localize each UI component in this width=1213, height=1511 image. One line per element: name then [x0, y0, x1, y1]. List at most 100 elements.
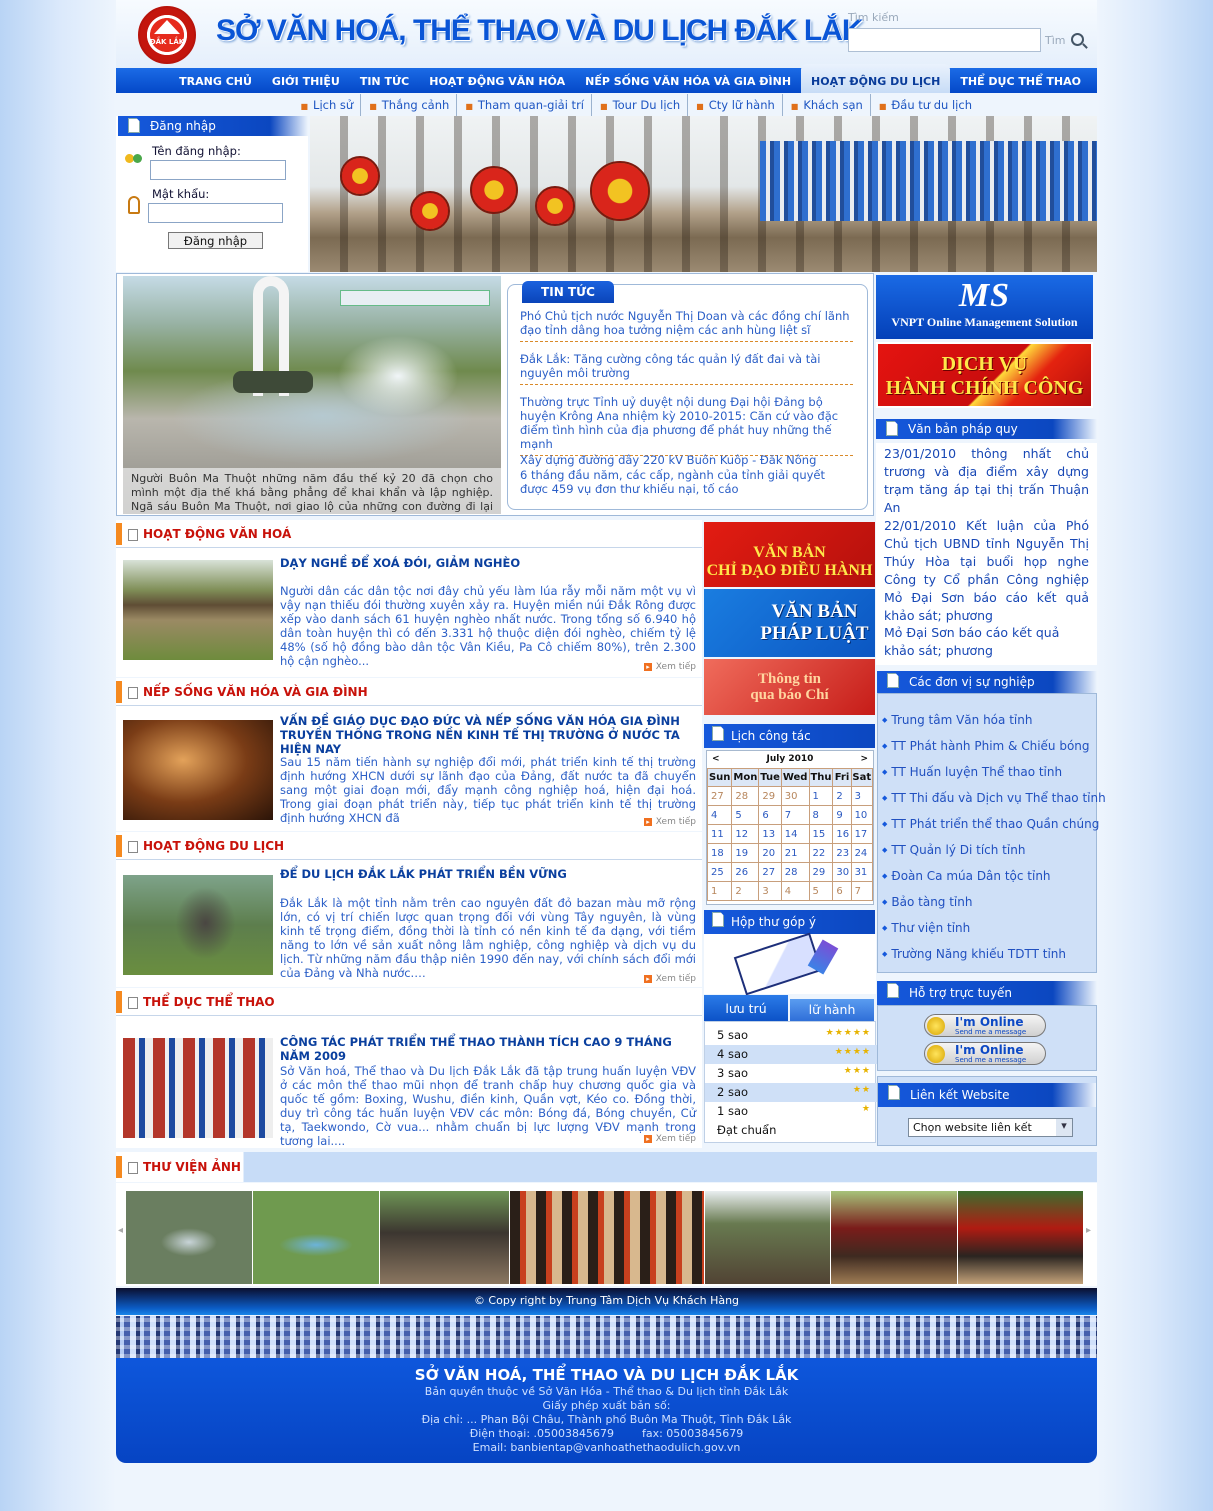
gallery-prev-icon[interactable]: ◂	[118, 1225, 123, 1236]
nav-item-hoat-dong-du-lich[interactable]: HOẠT ĐỘNG DU LỊCH	[801, 64, 951, 93]
calendar-day[interactable]: 26	[731, 862, 760, 882]
gallery-photo[interactable]	[253, 1191, 379, 1284]
elephant-image[interactable]	[123, 875, 273, 975]
nav-item-trang-chu[interactable]: TRANG CHỦ	[169, 68, 262, 93]
unit-link[interactable]: Đoàn Ca múa Dân tộc tỉnh	[882, 869, 1050, 883]
calendar-day[interactable]: 4	[780, 881, 810, 901]
next-month-button[interactable]: >	[860, 754, 868, 764]
read-more-link[interactable]: Xem tiếp	[644, 974, 696, 984]
unit-link[interactable]: Thư viện tỉnh	[882, 921, 970, 935]
tab-lu-hanh[interactable]: lữ hành	[790, 999, 874, 1021]
calendar-day[interactable]: 7	[850, 881, 874, 901]
lodging-row[interactable]: 2 sao ★★	[705, 1083, 877, 1102]
unit-link[interactable]: TT Phát hành Phim & Chiếu bóng	[882, 739, 1089, 753]
calendar-day[interactable]: 15	[808, 824, 834, 844]
lodging-row[interactable]: Đạt chuẩn	[705, 1121, 877, 1140]
calendar-day[interactable]: 9	[832, 805, 852, 825]
calendar-day[interactable]: 5	[808, 881, 834, 901]
public-service-banner[interactable]: DỊCH VỤ HÀNH CHÍNH CÔNG	[876, 342, 1093, 408]
nav-item-nep-song[interactable]: NẾP SỐNG VĂN HÓA VÀ GIA ĐÌNH	[575, 68, 801, 93]
calendar-day[interactable]: 1	[706, 881, 733, 901]
oms-banner[interactable]: MS VNPT Online Management Solution	[876, 275, 1093, 339]
nav-item-the-duc-the-thao[interactable]: THỂ DỤC THỂ THAO	[950, 68, 1091, 93]
lodging-row[interactable]: 4 sao ★★★★	[705, 1045, 877, 1064]
gallery-photo[interactable]	[126, 1191, 252, 1284]
gallery-photo[interactable]	[380, 1191, 509, 1284]
legal-doc-link[interactable]: 23/01/2010 thông nhất chủ trương và địa …	[876, 445, 1097, 517]
news-link[interactable]: 6 tháng đầu năm, các cấp, ngành của tỉnh…	[520, 468, 853, 500]
site-logo[interactable]: ĐẮK LẮK	[138, 6, 196, 64]
tab-luu-tru[interactable]: lưu trú	[704, 995, 788, 1021]
gallery-photo[interactable]	[705, 1191, 830, 1284]
article-title[interactable]: DẠY NGHỀ ĐỂ XOÁ ĐÓI, GIẢM NGHÈO	[280, 556, 696, 570]
unit-link[interactable]: Trung tâm Văn hóa tỉnh	[882, 713, 1032, 727]
calendar-day[interactable]: 18	[706, 843, 733, 863]
calendar-day[interactable]: 5	[731, 805, 760, 825]
password-field[interactable]	[148, 203, 283, 223]
lodging-row[interactable]: 3 sao ★★★	[705, 1064, 877, 1083]
calendar-day[interactable]: 2	[832, 786, 852, 806]
legal-doc-link[interactable]: 22/01/2010 Kết luận của Phó Chủ tịch UBN…	[876, 517, 1097, 625]
feature-image[interactable]: Người Buôn Ma Thuột những năm đầu thế kỷ…	[123, 276, 501, 514]
calendar-day[interactable]: 19	[731, 843, 760, 863]
directive-docs-banner[interactable]: VĂN BẢN CHỈ ĐẠO ĐIỀU HÀNH	[704, 522, 875, 587]
calendar-day[interactable]: 3	[850, 786, 874, 806]
nav-item-hoat-dong-van-hoa[interactable]: HOẠT ĐỘNG VĂN HÓA	[419, 68, 575, 93]
search-button[interactable]: Tìm	[1045, 34, 1066, 47]
subnav-item[interactable]: Tham quan-giải trí	[457, 94, 592, 116]
article-title[interactable]: VẤN ĐỀ GIÁO DỤC ĐẠO ĐỨC VÀ NẾP SỐNG VĂN …	[280, 714, 696, 756]
athletes-image[interactable]	[123, 1038, 273, 1138]
read-more-link[interactable]: Xem tiếp	[644, 1134, 696, 1144]
calendar-day[interactable]: 1	[808, 786, 834, 806]
calendar-day[interactable]: 4	[706, 805, 733, 825]
website-link-select[interactable]: Chọn website liên kết	[908, 1118, 1073, 1137]
calendar-day[interactable]: 21	[780, 843, 810, 863]
news-link[interactable]: Phó Chủ tịch nước Nguyễn Thị Doan và các…	[520, 309, 853, 342]
calendar-day[interactable]: 20	[758, 843, 782, 863]
unit-link[interactable]: Trường Năng khiếu TDTT tỉnh	[882, 947, 1066, 961]
calendar-day[interactable]: 12	[731, 824, 760, 844]
gallery-next-icon[interactable]: ▸	[1086, 1225, 1091, 1236]
subnav-item[interactable]: Lịch sử	[292, 94, 362, 116]
longhouse-image[interactable]	[123, 560, 273, 660]
calendar-day[interactable]: 10	[850, 805, 874, 825]
lodging-row[interactable]: 5 sao ★★★★★	[705, 1026, 877, 1045]
gallery-photo[interactable]	[510, 1191, 704, 1284]
article-title[interactable]: ĐỂ DU LỊCH ĐẮK LẮK PHÁT TRIỂN BỀN VỮNG	[280, 867, 696, 881]
search-input[interactable]	[848, 28, 1041, 52]
calendar-day[interactable]: 14	[780, 824, 810, 844]
family-image[interactable]	[123, 720, 273, 820]
nav-item-gioi-thieu[interactable]: GIỚI THIỆU	[262, 68, 350, 93]
news-tab[interactable]: TIN TỨC	[522, 281, 614, 303]
subnav-item[interactable]: Đầu tư du lịch	[871, 94, 979, 116]
press-info-banner[interactable]: Thông tin qua báo Chí	[704, 659, 875, 715]
subnav-item[interactable]: Cty lữ hành	[688, 94, 783, 116]
login-button[interactable]: Đăng nhập	[168, 232, 263, 249]
calendar-day[interactable]: 28	[780, 862, 810, 882]
unit-link[interactable]: Bảo tàng tỉnh	[882, 895, 972, 909]
username-field[interactable]	[150, 160, 286, 180]
calendar-day[interactable]: 13	[758, 824, 782, 844]
calendar-day[interactable]: 6	[832, 881, 852, 901]
calendar-day[interactable]: 17	[850, 824, 874, 844]
calendar-day[interactable]: 27	[706, 786, 733, 806]
subnav-item[interactable]: Thắng cảnh	[361, 94, 458, 116]
read-more-link[interactable]: Xem tiếp	[644, 817, 696, 827]
online-chat-button[interactable]: I'm Online Send me a message	[924, 1042, 1046, 1065]
calendar-day[interactable]: 28	[731, 786, 760, 806]
gallery-photo[interactable]	[831, 1191, 957, 1284]
gallery-photo[interactable]	[958, 1191, 1083, 1284]
calendar-day[interactable]: 30	[832, 862, 852, 882]
calendar-day[interactable]: 11	[706, 824, 733, 844]
calendar-day[interactable]: 16	[832, 824, 852, 844]
read-more-link[interactable]: Xem tiếp	[644, 662, 696, 672]
article-title[interactable]: CÔNG TÁC PHÁT TRIỂN THỂ THAO THÀNH TÍCH …	[280, 1035, 696, 1063]
calendar-day[interactable]: 30	[780, 786, 810, 806]
calendar-day[interactable]: 27	[758, 862, 782, 882]
calendar-day[interactable]: 29	[808, 862, 834, 882]
news-link[interactable]: Thường trực Tỉnh uỷ duyệt nội dung Đại h…	[520, 395, 853, 456]
lodging-row[interactable]: 1 sao ★	[705, 1102, 877, 1121]
calendar-day[interactable]: 31	[850, 862, 874, 882]
calendar-day[interactable]: 29	[758, 786, 782, 806]
calendar-day[interactable]: 8	[808, 805, 834, 825]
